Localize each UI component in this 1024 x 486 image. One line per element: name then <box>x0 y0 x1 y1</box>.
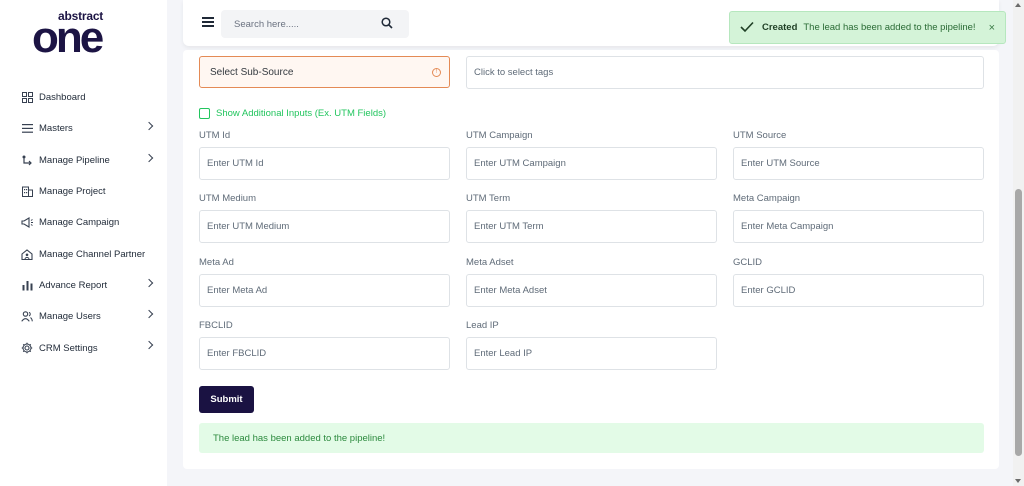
fbclid-input[interactable] <box>200 338 449 369</box>
scrollbar-thumb[interactable] <box>1015 189 1022 456</box>
chevron-right-icon <box>144 309 154 319</box>
success-toast: Created The lead has been added to the p… <box>729 11 1006 44</box>
utm-id-label: UTM Id <box>199 130 231 141</box>
search-box <box>221 10 409 38</box>
meta-ad-input[interactable] <box>200 275 449 306</box>
utm-source-field <box>733 147 984 180</box>
meta-campaign-label: Meta Campaign <box>733 193 801 204</box>
lead-ip-label: Lead IP <box>466 320 499 331</box>
utm-id-field <box>199 147 450 180</box>
megaphone-icon <box>21 217 33 229</box>
sidebar-item-label: Dashboard <box>39 92 86 104</box>
brand-logo[interactable]: abstract one <box>32 9 136 61</box>
warning-icon: ! <box>432 68 441 77</box>
sidebar-item-advance-report[interactable]: Advance Report <box>0 270 167 301</box>
chevron-right-icon <box>144 153 154 162</box>
tags-placeholder: Click to select tags <box>474 67 554 78</box>
meta-ad-field <box>199 274 450 307</box>
sub-source-placeholder: Select Sub-Source <box>210 66 294 78</box>
utm-term-field <box>466 210 717 243</box>
sidebar-item-label: Manage Users <box>39 311 101 323</box>
utm-id-input[interactable] <box>200 148 449 179</box>
lead-ip-field <box>466 337 717 370</box>
utm-medium-field <box>199 210 450 243</box>
scroll-down-arrow-icon[interactable] <box>1015 479 1021 483</box>
gear-icon <box>21 342 33 354</box>
sidebar-item-label: Manage Project <box>39 186 106 198</box>
list-icon <box>21 123 33 135</box>
scroll-up-arrow-icon[interactable] <box>1015 3 1021 7</box>
success-alert-text: The lead has been added to the pipeline! <box>213 432 386 444</box>
home-user-icon <box>21 248 33 260</box>
sidebar-item-manage-project[interactable]: Manage Project <box>0 176 167 207</box>
submit-button[interactable]: Submit <box>199 386 254 413</box>
utm-term-input[interactable] <box>467 211 716 242</box>
chevron-right-icon <box>144 341 154 350</box>
sidebar-item-manage-channel-partner[interactable]: Manage Channel Partner <box>0 238 167 269</box>
chevron-right-icon <box>144 122 154 131</box>
fbclid-label: FBCLID <box>199 320 233 331</box>
lead-form-card: Select Sub-Source ! Click to select tags… <box>183 50 999 469</box>
toast-message: The lead has been added to the pipeline! <box>803 22 976 33</box>
sidebar-item-label: Masters <box>39 123 73 135</box>
page-scrollbar[interactable] <box>1013 0 1024 486</box>
logo-main-text: one <box>32 13 104 62</box>
users-icon <box>21 311 33 323</box>
gclid-field <box>733 274 984 307</box>
toast-title: Created <box>762 22 798 33</box>
lead-ip-input[interactable] <box>467 338 716 369</box>
additional-inputs-toggle[interactable]: Show Additional Inputs (Ex. UTM Fields) <box>199 108 386 119</box>
utm-campaign-label: UTM Campaign <box>466 130 533 141</box>
sub-source-select[interactable]: Select Sub-Source ! <box>199 56 450 88</box>
sidebar-item-label: Advance Report <box>39 279 108 291</box>
additional-inputs-label: Show Additional Inputs (Ex. UTM Fields) <box>216 108 387 119</box>
tags-select[interactable]: Click to select tags <box>466 56 984 89</box>
building-icon <box>21 186 33 198</box>
sidebar-nav: Dashboard Masters Manage Pipeline Manage… <box>0 82 167 364</box>
utm-source-label: UTM Source <box>733 130 787 141</box>
utm-source-input[interactable] <box>734 148 983 179</box>
meta-adset-field <box>466 274 717 307</box>
meta-adset-label: Meta Adset <box>466 257 514 268</box>
sidebar-item-manage-users[interactable]: Manage Users <box>0 301 167 332</box>
utm-campaign-field <box>466 147 717 180</box>
utm-medium-label: UTM Medium <box>199 193 257 204</box>
toast-close-icon[interactable]: × <box>989 22 995 34</box>
sidebar-item-label: Manage Pipeline <box>39 154 110 166</box>
meta-campaign-input[interactable] <box>734 211 983 242</box>
sidebar-item-crm-settings[interactable]: CRM Settings <box>0 332 167 363</box>
sidebar-item-manage-campaign[interactable]: Manage Campaign <box>0 207 167 238</box>
sidebar-item-masters[interactable]: Masters <box>0 113 167 144</box>
pipeline-icon <box>21 154 33 166</box>
utm-campaign-input[interactable] <box>467 148 716 179</box>
utm-term-label: UTM Term <box>466 193 511 204</box>
meta-ad-label: Meta Ad <box>199 257 234 268</box>
gclid-label: GCLID <box>733 257 763 268</box>
additional-inputs-checkbox[interactable] <box>199 108 210 119</box>
meta-campaign-field <box>733 210 984 243</box>
sidebar-item-dashboard[interactable]: Dashboard <box>0 82 167 113</box>
success-alert: The lead has been added to the pipeline! <box>199 423 984 453</box>
utm-medium-input[interactable] <box>200 211 449 242</box>
checkmark-icon <box>740 21 754 35</box>
sidebar-item-label: Manage Campaign <box>39 217 120 229</box>
fbclid-field <box>199 337 450 370</box>
search-input[interactable] <box>221 10 381 38</box>
sidebar-item-label: CRM Settings <box>39 342 98 354</box>
chevron-right-icon <box>144 278 154 288</box>
bar-chart-icon <box>21 279 33 291</box>
sidebar-item-label: Manage Channel Partner <box>39 248 146 260</box>
sidebar-item-manage-pipeline[interactable]: Manage Pipeline <box>0 145 167 176</box>
dashboard-icon <box>21 92 33 104</box>
meta-adset-input[interactable] <box>467 275 716 306</box>
sidebar: abstract one Dashboard Masters Manage Pi… <box>0 0 167 486</box>
search-icon[interactable] <box>381 17 393 29</box>
hamburger-menu-icon[interactable] <box>202 17 214 27</box>
gclid-input[interactable] <box>734 275 983 306</box>
